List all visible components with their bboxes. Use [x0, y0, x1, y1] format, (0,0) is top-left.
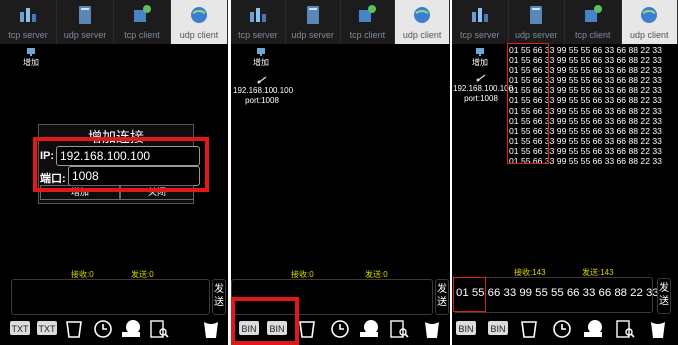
highlight-box — [231, 297, 299, 345]
tab-tcp-client[interactable]: tcp client — [341, 0, 396, 44]
send-button[interactable]: 发送 — [212, 279, 226, 315]
svg-text:TXT: TXT — [39, 324, 57, 334]
bin-mode-button-2[interactable]: BIN — [487, 319, 509, 339]
tab-bar: tcp server udp server tcp client udp cli… — [452, 0, 678, 44]
txt-mode-button[interactable]: TXT — [9, 319, 31, 339]
tab-udp-server[interactable]: udp server — [509, 0, 565, 44]
screen-data-log: tcp server udp server tcp client udp cli… — [452, 0, 678, 345]
tab-tcp-server[interactable]: tcp server — [452, 0, 509, 44]
network-icon — [20, 8, 36, 22]
globe-icon — [641, 7, 658, 23]
send-button[interactable]: 发送 — [657, 278, 671, 314]
add-connection-item[interactable]: 增加 — [253, 47, 269, 68]
bottom-toolbar: BIN BIN — [452, 315, 678, 345]
cup-icon[interactable] — [63, 319, 85, 339]
bin-mode-button[interactable]: BIN — [455, 319, 477, 339]
svg-text:BIN: BIN — [458, 324, 473, 334]
tab-udp-server[interactable]: udp server — [57, 0, 114, 44]
tab-udp-client[interactable]: udp client — [621, 0, 678, 44]
connection-item[interactable]: 192.168.100.100 port:1008 — [453, 73, 513, 104]
trash-icon[interactable] — [200, 319, 222, 339]
add-connection-item[interactable]: 增加 — [472, 47, 488, 68]
tab-udp-client[interactable]: udp client — [171, 0, 228, 44]
server-icon — [530, 6, 543, 24]
tab-tcp-server[interactable]: tcp server — [231, 0, 286, 44]
computer-icon[interactable] — [120, 319, 142, 339]
cup-icon[interactable] — [296, 319, 318, 339]
tab-udp-server[interactable]: udp server — [286, 0, 341, 44]
client-icon — [359, 5, 377, 22]
server-icon — [306, 6, 319, 24]
txt-mode-button-2[interactable]: TXT — [36, 319, 58, 339]
trash-icon[interactable] — [421, 319, 443, 339]
screen-dialog: tcp server udp server tcp client udp cli… — [0, 0, 228, 345]
svg-text:BIN: BIN — [490, 324, 505, 334]
network-icon — [471, 8, 488, 22]
computer-icon[interactable] — [358, 319, 380, 339]
globe-icon — [414, 7, 431, 23]
tab-tcp-server[interactable]: tcp server — [0, 0, 57, 44]
send-input[interactable] — [11, 279, 210, 315]
cup-icon[interactable] — [518, 319, 540, 339]
highlight-box — [507, 43, 549, 164]
client-icon — [134, 5, 151, 22]
add-connection-item[interactable]: 增加 — [23, 47, 39, 68]
tab-udp-client[interactable]: udp client — [395, 0, 450, 44]
send-button[interactable]: 发送 — [435, 279, 449, 315]
server-icon — [79, 6, 91, 24]
trash-icon[interactable] — [647, 319, 669, 339]
computer-icon[interactable] — [582, 319, 604, 339]
network-icon — [249, 8, 266, 22]
highlight-box — [453, 277, 486, 312]
send-input-value: 01 55 66 33 99 55 55 66 33 66 88 22 33 — [456, 287, 659, 299]
add-icon — [257, 48, 265, 56]
clock-icon[interactable] — [551, 319, 573, 339]
link-icon — [257, 76, 267, 84]
clock-icon[interactable] — [329, 319, 351, 339]
link-icon — [476, 74, 486, 82]
tab-tcp-client[interactable]: tcp client — [565, 0, 622, 44]
add-icon — [27, 48, 35, 56]
tab-tcp-client[interactable]: tcp client — [114, 0, 171, 44]
svg-text:TXT: TXT — [12, 324, 30, 334]
globe-icon — [191, 7, 207, 23]
document-search-icon[interactable] — [148, 319, 170, 339]
client-icon — [584, 5, 602, 22]
connection-item[interactable]: 192.168.100.100 port:1008 — [233, 75, 293, 106]
bottom-toolbar: TXT TXT — [0, 315, 228, 345]
document-search-icon[interactable] — [614, 319, 636, 339]
clock-icon[interactable] — [92, 319, 114, 339]
tab-bar: tcp server udp server tcp client udp cli… — [231, 0, 450, 44]
add-icon — [476, 48, 484, 56]
document-search-icon[interactable] — [388, 319, 410, 339]
tab-bar: tcp server udp server tcp client udp cli… — [0, 0, 228, 44]
highlight-box — [33, 137, 209, 192]
screen-connected: tcp server udp server tcp client udp cli… — [231, 0, 450, 345]
